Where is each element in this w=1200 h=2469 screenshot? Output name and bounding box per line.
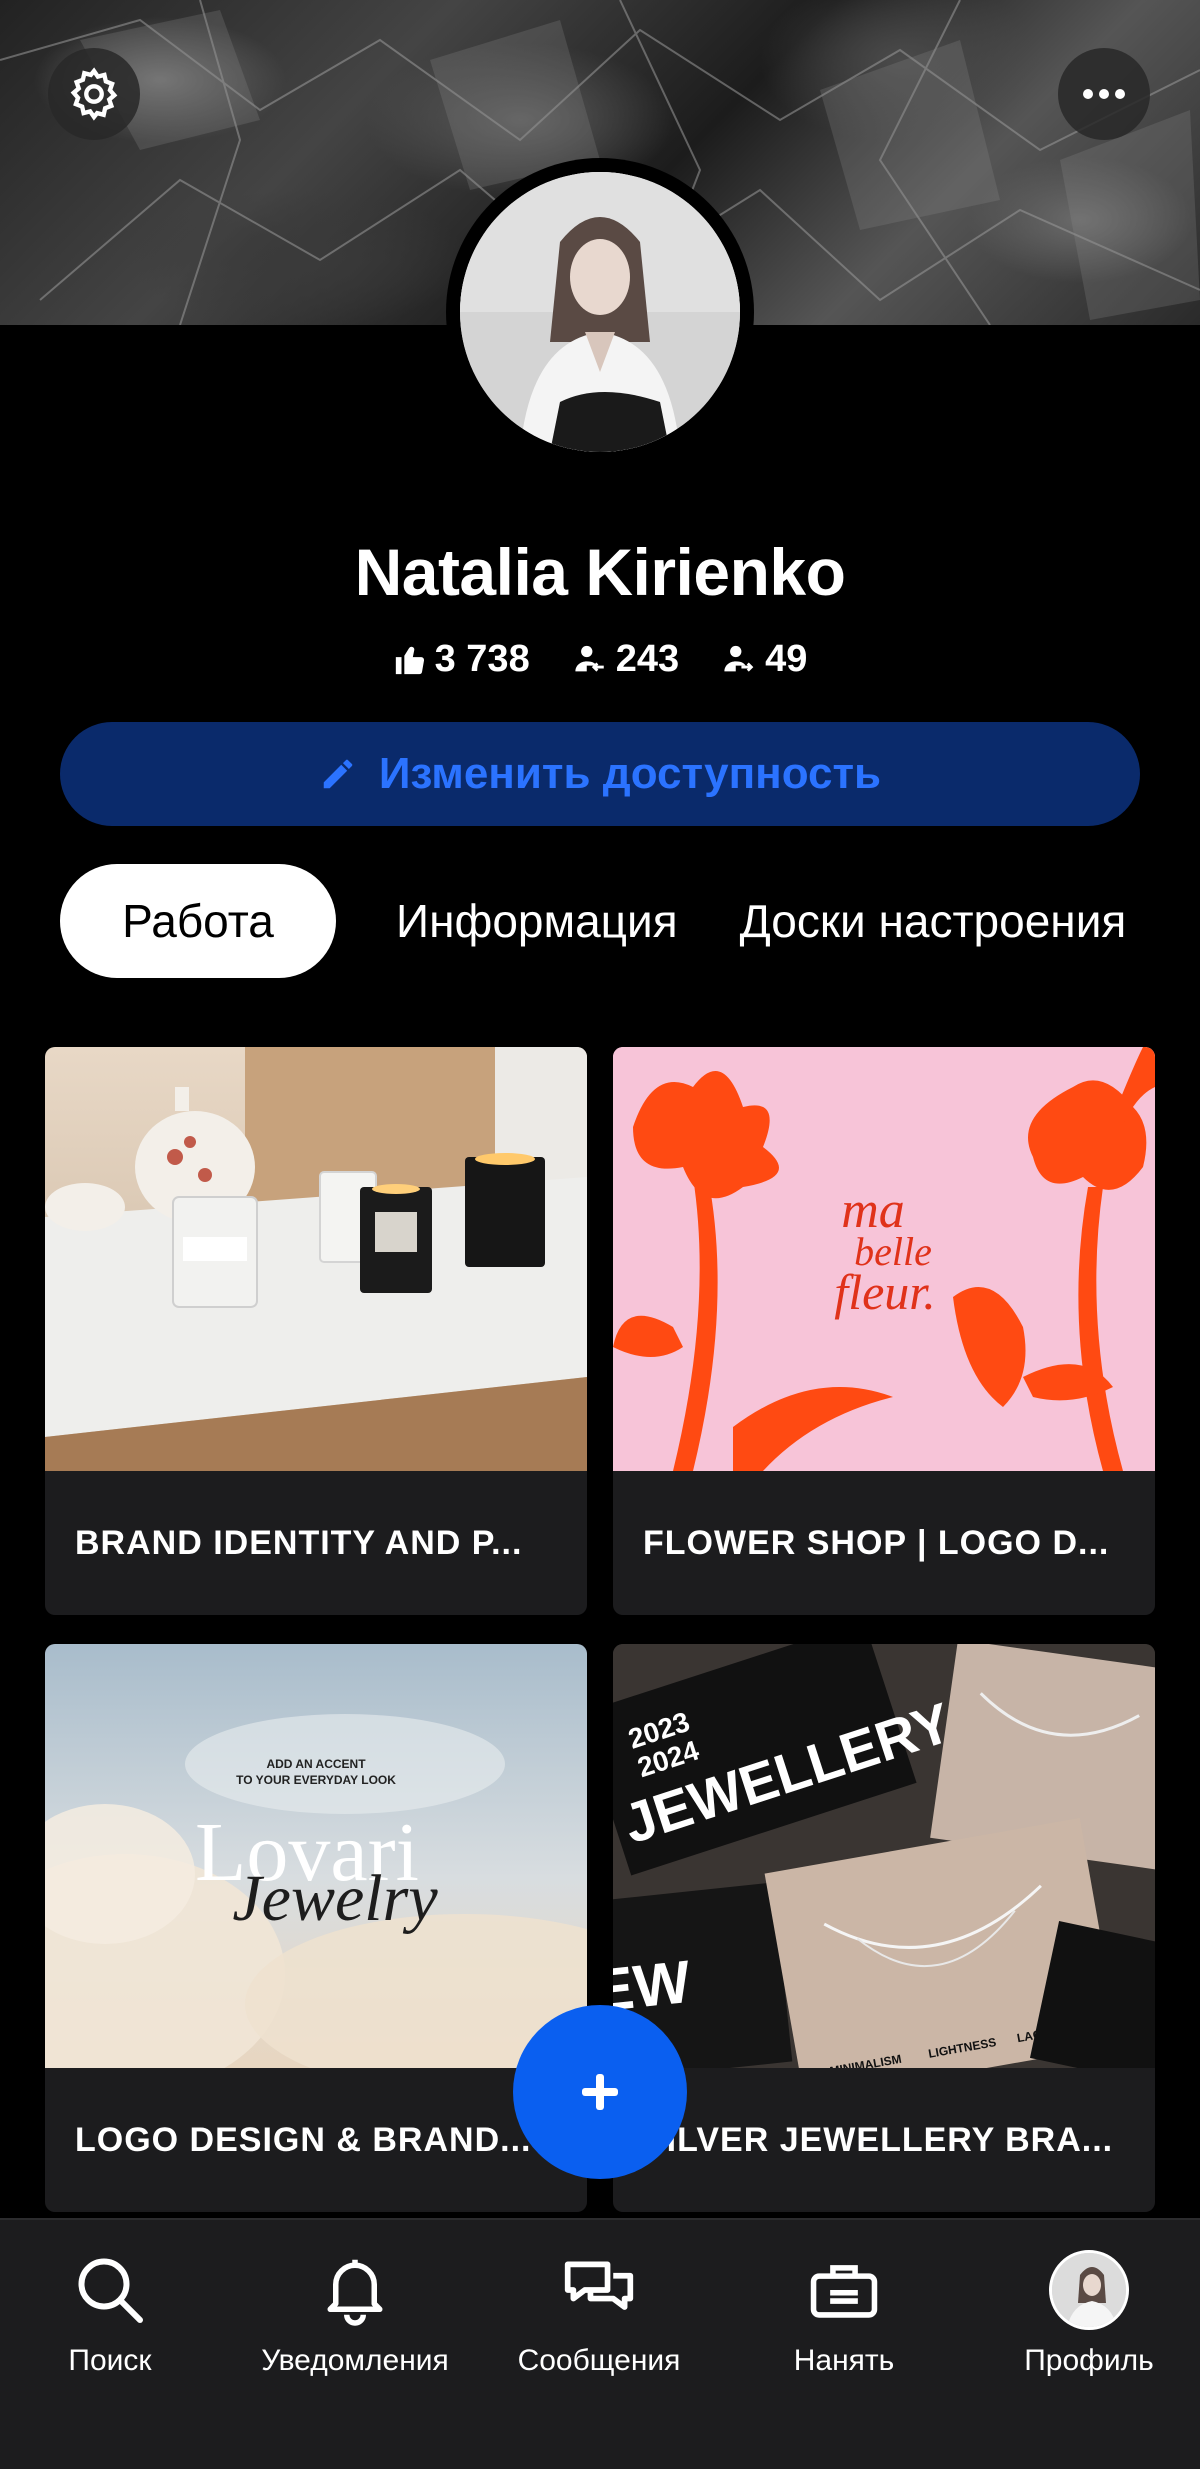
more-options-button[interactable] <box>1058 48 1150 140</box>
nav-messages[interactable]: Сообщения <box>479 2250 719 2378</box>
change-availability-label: Изменить доступность <box>378 749 882 798</box>
tagline-line-2: TO YOUR EVERYDAY LOOK <box>236 1773 396 1787</box>
project-thumbnail: ma belle fleur. <box>613 1047 1155 1471</box>
change-availability-button[interactable]: Изменить доступность <box>60 722 1140 826</box>
project-title: LOGO DESIGN & BRAND... <box>75 2120 532 2159</box>
project-card[interactable]: ADD AN ACCENT TO YOUR EVERYDAY LOOK Lova… <box>45 1644 587 2212</box>
nav-hire[interactable]: Нанять <box>724 2250 964 2378</box>
nav-hire-label: Нанять <box>793 2344 895 2377</box>
ellipsis-icon <box>1083 89 1125 99</box>
project-title: SILVER JEWELLERY BRA... <box>643 2120 1114 2159</box>
tab-info[interactable]: Информация <box>396 864 678 978</box>
plus-icon <box>582 2074 618 2110</box>
logo-text-jewelry: Jewelry <box>232 1862 438 1935</box>
followers-stat[interactable]: 243 <box>574 638 679 681</box>
search-icon <box>78 2258 143 2323</box>
tagline-line-1: ADD AN ACCENT <box>266 1757 366 1771</box>
avatar-ring <box>446 158 754 466</box>
project-card[interactable]: BRAND IDENTITY AND P... <box>45 1047 587 1615</box>
nav-notifications[interactable]: Уведомления <box>235 2250 475 2378</box>
thumbs-up-icon <box>395 646 424 674</box>
profile-stats: 3 738 243 49 <box>0 638 1200 681</box>
avatar <box>1049 2250 1129 2330</box>
project-thumbnail: ADD AN ACCENT TO YOUR EVERYDAY LOOK Lova… <box>45 1644 587 2068</box>
briefcase-icon <box>810 2265 878 2318</box>
project-thumbnail <box>45 1047 587 1471</box>
project-title: BRAND IDENTITY AND P... <box>75 1523 523 1562</box>
following-count: 49 <box>765 638 808 680</box>
nav-search-label: Поиск <box>68 2344 152 2377</box>
nav-profile-label: Профиль <box>1024 2344 1154 2377</box>
nav-messages-label: Сообщения <box>517 2344 681 2377</box>
project-thumbnail: 2023 2024 JEWELLERY EW MINIMALISM LIGHTN… <box>613 1644 1155 2068</box>
chat-icon <box>564 2261 634 2310</box>
project-card[interactable]: ma belle fleur. FLOWER SHOP | LOGO D... <box>613 1047 1155 1615</box>
pencil-icon <box>323 759 353 789</box>
bottom-navigation: Поиск Уведомления Сообщения Нанять Профи… <box>0 2218 1200 2469</box>
project-title: FLOWER SHOP | LOGO D... <box>643 1523 1110 1562</box>
nav-profile[interactable]: Профиль <box>969 2250 1200 2378</box>
nav-search[interactable]: Поиск <box>0 2250 230 2378</box>
likes-count: 3 738 <box>434 638 530 680</box>
following-icon <box>724 645 754 672</box>
avatar[interactable] <box>460 172 740 452</box>
bell-icon <box>327 2259 383 2326</box>
logo-text-fleur: fleur. <box>834 1264 935 1320</box>
add-project-button[interactable] <box>513 2005 687 2179</box>
nav-notifications-label: Уведомления <box>261 2344 449 2377</box>
profile-tabs: Работа Информация Доски настроения <box>60 864 1126 978</box>
project-card[interactable]: 2023 2024 JEWELLERY EW MINIMALISM LIGHTN… <box>613 1644 1155 2212</box>
followers-icon <box>575 645 604 672</box>
gear-icon <box>70 67 118 121</box>
tab-moodboards[interactable]: Доски настроения <box>740 864 1127 978</box>
profile-name: Natalia Kirienko <box>354 535 846 609</box>
tab-work[interactable]: Работа <box>60 864 336 978</box>
following-stat[interactable]: 49 <box>723 638 807 681</box>
followers-count: 243 <box>615 638 680 680</box>
likes-stat[interactable]: 3 738 <box>393 638 530 681</box>
settings-button[interactable] <box>48 48 140 140</box>
